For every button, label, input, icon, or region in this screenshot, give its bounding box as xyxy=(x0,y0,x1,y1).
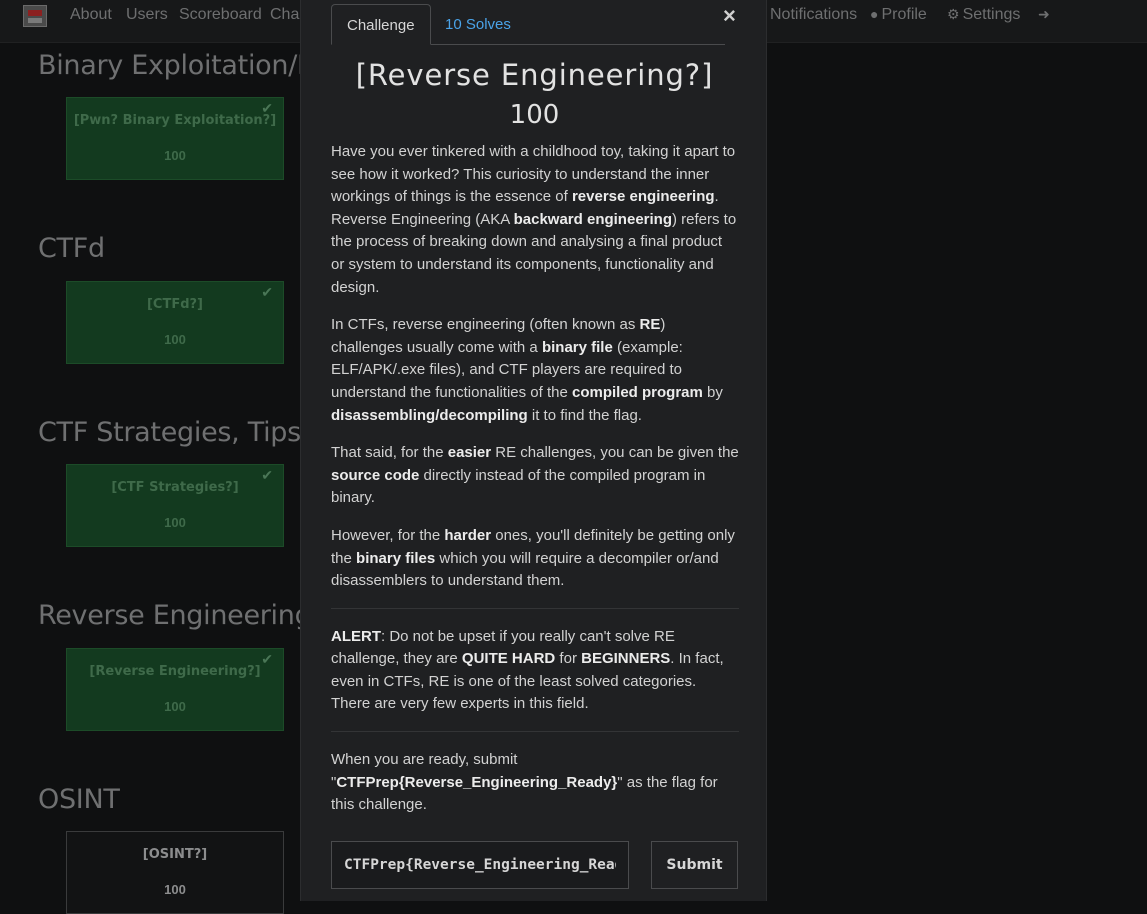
category-title: Binary Exploitation/Pw xyxy=(38,50,335,81)
description-paragraph: Have you ever tinkered with a childhood … xyxy=(331,141,739,299)
logout-icon: ➜ xyxy=(1038,6,1050,22)
description-paragraph: In CTFs, reverse engineering (often know… xyxy=(331,314,739,427)
description-bold-text: binary file xyxy=(541,338,613,356)
description-bold-text: binary files xyxy=(356,549,436,567)
description-text: RE challenges, you can be given the xyxy=(491,444,739,462)
category-title: OSINT xyxy=(38,784,120,815)
nav-profile-label: Profile xyxy=(881,6,927,23)
description-text: However, for the xyxy=(331,526,445,544)
description-paragraph: However, for the harder ones, you'll def… xyxy=(331,525,739,593)
category-title: CTFd xyxy=(38,233,105,264)
nav-logout[interactable]: ➜ xyxy=(1038,6,1053,24)
challenge-description: Have you ever tinkered with a childhood … xyxy=(331,141,739,832)
close-icon[interactable]: × xyxy=(723,3,736,29)
description-bold-text: source code xyxy=(331,466,420,484)
challenge-button[interactable]: ✔ [CTF Strategies?] 100 xyxy=(66,464,284,547)
description-bold-text: BEGINNERS xyxy=(581,650,671,668)
nav-notifications[interactable]: Notifications xyxy=(770,6,857,24)
user-circle-icon: ● xyxy=(870,6,879,22)
challenge-value: 100 xyxy=(164,699,186,714)
description-text: In CTFs, reverse engineering (often know… xyxy=(331,316,640,334)
description-paragraph: ALERT: Do not be upset if you really can… xyxy=(331,626,739,716)
description-bold-text: easier xyxy=(447,444,492,462)
description-bold-text: compiled program xyxy=(572,383,703,401)
challenge-name: [CTFd?] xyxy=(146,297,204,312)
challenge-value: 100 xyxy=(164,882,186,897)
nav-settings[interactable]: ⚙ Settings xyxy=(947,6,1020,24)
challenge-name: [CTF Strategies?] xyxy=(111,480,239,495)
challenge-name: [Pwn? Binary Exploitation?] xyxy=(73,113,277,128)
description-paragraph: When you are ready, submit "CTFPrep{Reve… xyxy=(331,749,739,817)
description-text: for xyxy=(555,650,582,668)
nav-users[interactable]: Users xyxy=(126,6,168,24)
challenge-value: 100 xyxy=(164,332,186,347)
nav-profile[interactable]: ● Profile xyxy=(870,6,927,24)
nav-challenges[interactable]: Cha xyxy=(270,6,299,24)
challenge-name: [Reverse Engineering?] xyxy=(89,664,261,679)
nav-scoreboard[interactable]: Scoreboard xyxy=(179,6,262,24)
description-bold-text: QUITE HARD xyxy=(461,650,556,668)
brand-logo[interactable] xyxy=(23,5,47,27)
description-bold-text: disassembling/decompiling xyxy=(331,406,528,424)
category-title: Reverse Engineering xyxy=(38,600,312,631)
flag-input[interactable] xyxy=(331,841,629,889)
challenge-value: 100 xyxy=(164,515,186,530)
challenge-button[interactable]: [OSINT?] 100 xyxy=(66,831,284,914)
description-text: That said, for the xyxy=(331,444,448,462)
description-bold-text: backward engineering xyxy=(513,210,672,228)
description-divider xyxy=(331,607,739,609)
gears-icon: ⚙ xyxy=(947,6,960,22)
challenge-button[interactable]: ✔ [Pwn? Binary Exploitation?] 100 xyxy=(66,97,284,180)
description-text: it to find the flag. xyxy=(527,406,642,424)
nav-settings-label: Settings xyxy=(962,6,1021,23)
tab-solves[interactable]: 10 Solves xyxy=(430,4,526,44)
description-bold-text: harder xyxy=(444,526,492,544)
challenge-button[interactable]: ✔ [Reverse Engineering?] 100 xyxy=(66,648,284,731)
description-paragraph: That said, for the easier RE challenges,… xyxy=(331,442,739,510)
description-bold-text: ALERT xyxy=(331,627,381,645)
description-bold-text: CTFPrep{Reverse_Engineering_Ready} xyxy=(336,773,618,791)
nav-about[interactable]: About xyxy=(70,6,112,24)
description-divider xyxy=(331,731,739,733)
challenge-value: 100 xyxy=(164,148,186,163)
challenge-title: [Reverse Engineering?] xyxy=(355,58,714,92)
tab-challenge[interactable]: Challenge xyxy=(331,4,431,45)
challenge-modal: Challenge 10 Solves × [Reverse Engineeri… xyxy=(300,0,767,901)
challenge-button[interactable]: ✔ [CTFd?] 100 xyxy=(66,281,284,364)
submit-button[interactable]: Submit xyxy=(651,841,738,889)
description-text: by xyxy=(702,383,723,401)
challenge-points: 100 xyxy=(509,100,560,130)
modal-tabs: Challenge 10 Solves xyxy=(331,4,725,45)
description-bold-text: reverse engineering xyxy=(571,188,715,206)
challenge-name: [OSINT?] xyxy=(142,847,208,862)
description-bold-text: RE xyxy=(639,316,661,334)
